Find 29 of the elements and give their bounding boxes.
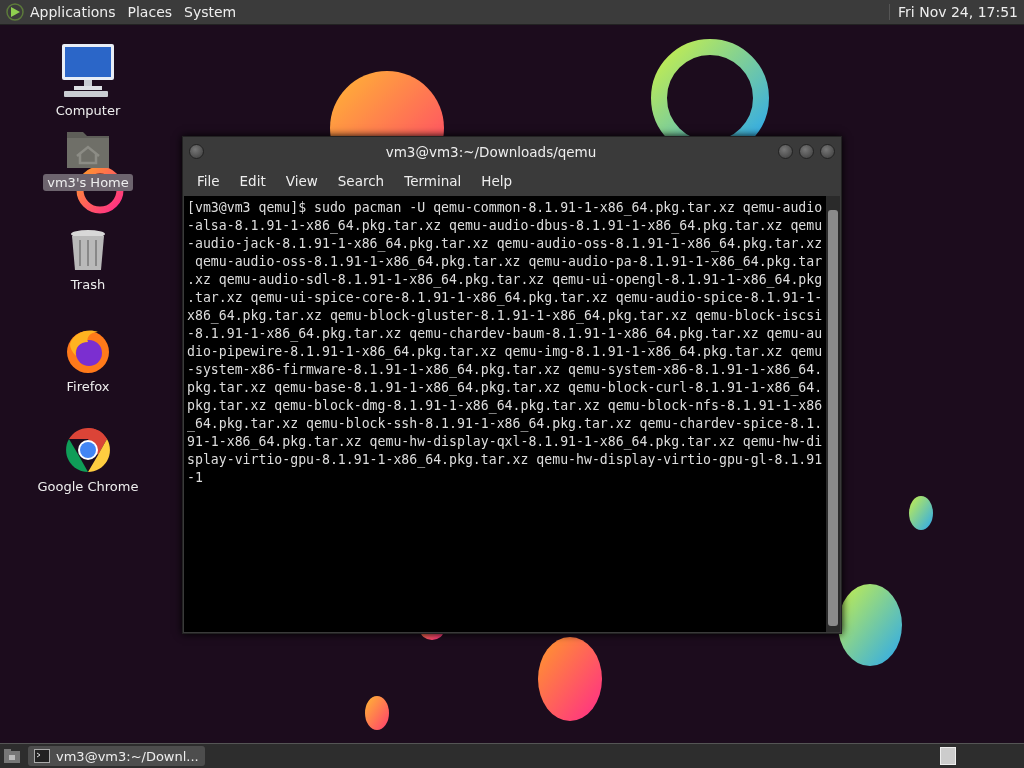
maximize-button[interactable] bbox=[799, 144, 814, 159]
panel-menu[interactable]: System bbox=[180, 4, 245, 20]
desktop-icon-label[interactable]: Trash bbox=[66, 276, 110, 293]
desktop-icon-label[interactable]: Firefox bbox=[62, 378, 114, 395]
workspace-switcher[interactable] bbox=[940, 747, 956, 765]
clock[interactable]: Fri Nov 24, 17:51 bbox=[889, 4, 1024, 20]
logo-icon[interactable] bbox=[6, 3, 24, 21]
menu-item[interactable]: Terminal bbox=[394, 173, 472, 189]
menu-item[interactable]: View bbox=[275, 173, 328, 189]
desktop-icon-label[interactable]: Google Chrome bbox=[33, 478, 143, 495]
window-menu-button[interactable] bbox=[189, 144, 204, 159]
taskbar-button[interactable]: vm3@vm3:~/Downl... bbox=[28, 746, 205, 766]
scrollbar[interactable] bbox=[826, 196, 840, 632]
panel-menu[interactable]: Places bbox=[123, 4, 181, 20]
minimize-button[interactable] bbox=[778, 144, 793, 159]
menu-item[interactable]: Edit bbox=[229, 173, 276, 189]
menu-item[interactable]: Help bbox=[471, 173, 523, 189]
trash-icon bbox=[68, 228, 108, 272]
close-button[interactable] bbox=[820, 144, 835, 159]
desktop-icon-label[interactable]: Computer bbox=[51, 102, 125, 119]
menu-item[interactable]: File bbox=[187, 173, 230, 189]
terminal-output: [vm3@vm3 qemu]$ sudo pacman -U qemu-common-8.1.91-1-x86_64.pkg.tar.xz qemu-audio -alsa-8.1.91-1-x86_64.pkg.tar.xz qemu-audio-dbus-8.1.91-1-x86_64.pkg.tar.xz qemu -audio-jack-8.1.91-1-x86_64.pkg.tar.xz qemu-audio-oss-8.1.91-1-x86_64.pkg.tar.xz qemu-audio-oss-8.1.91-1-x86_64.pkg.tar.xz qemu-audio-pa-8.1.91-1-x86_64.pkg.tar .xz qemu-audio-sdl-8.1.91-1-x86_64.pkg.tar.xz qemu-ui-opengl-8.1.91-1-x86_64.pkg .tar.xz qemu-ui-spice-core-8.1.91-1-x86_64.pkg.tar.xz qemu-audio-spice-8.1.91-1- x86_64.pkg.tar.xz qemu-block-gluster-8.1.91-1-x86_64.pkg.tar.xz qemu-block-iscsi -8.1.91-1-x86_64.pkg.tar.xz qemu-chardev-baum-8.1.91-1-x86_64.pkg.tar.xz qemu-au dio-pipewire-8.1.91-1-x86_64.pkg.tar.xz qemu-img-8.1.91-1-x86_64.pkg.tar.xz qemu -system-x86-firmware-8.1.91-1-x86_64.pkg.tar.xz qemu-system-x86-8.1.91-1-x86_64. pkg.tar.xz qemu-base-8.1.91-1-x86_64.pkg.tar.xz qemu-block-curl-8.1.91-1-x86_64. pkg.tar.xz qemu-block-dmg-8.1.91-1-x86_64.pkg.tar.xz qemu-block-nfs-8.1.91-1-x86 _64.pkg.tar.xz qemu-block-ssh-8.1.91-1-x86_64.pkg.tar.xz qemu-chardev-spice-8.1. 91-1-x86_64.pkg.tar.xz qemu-hw-display-qxl-8.1.91-1-x86_64.pkg.tar.xz qemu-hw-di splay-virtio-gpu-8.1.91-1-x86_64.pkg.tar.xz qemu-hw-display-virtio-gpu-gl-8.1.91 -1 bbox=[186, 199, 824, 487]
menu-item[interactable]: Search bbox=[327, 173, 395, 189]
terminal-icon bbox=[34, 749, 50, 763]
browser-icon bbox=[64, 426, 112, 474]
show-desktop-icon[interactable] bbox=[2, 747, 22, 765]
window-title: vm3@vm3:~/Downloads/qemu bbox=[384, 143, 598, 160]
desktop-icon-label[interactable]: vm3's Home bbox=[43, 174, 133, 191]
panel-menu[interactable]: Applications bbox=[26, 4, 124, 20]
